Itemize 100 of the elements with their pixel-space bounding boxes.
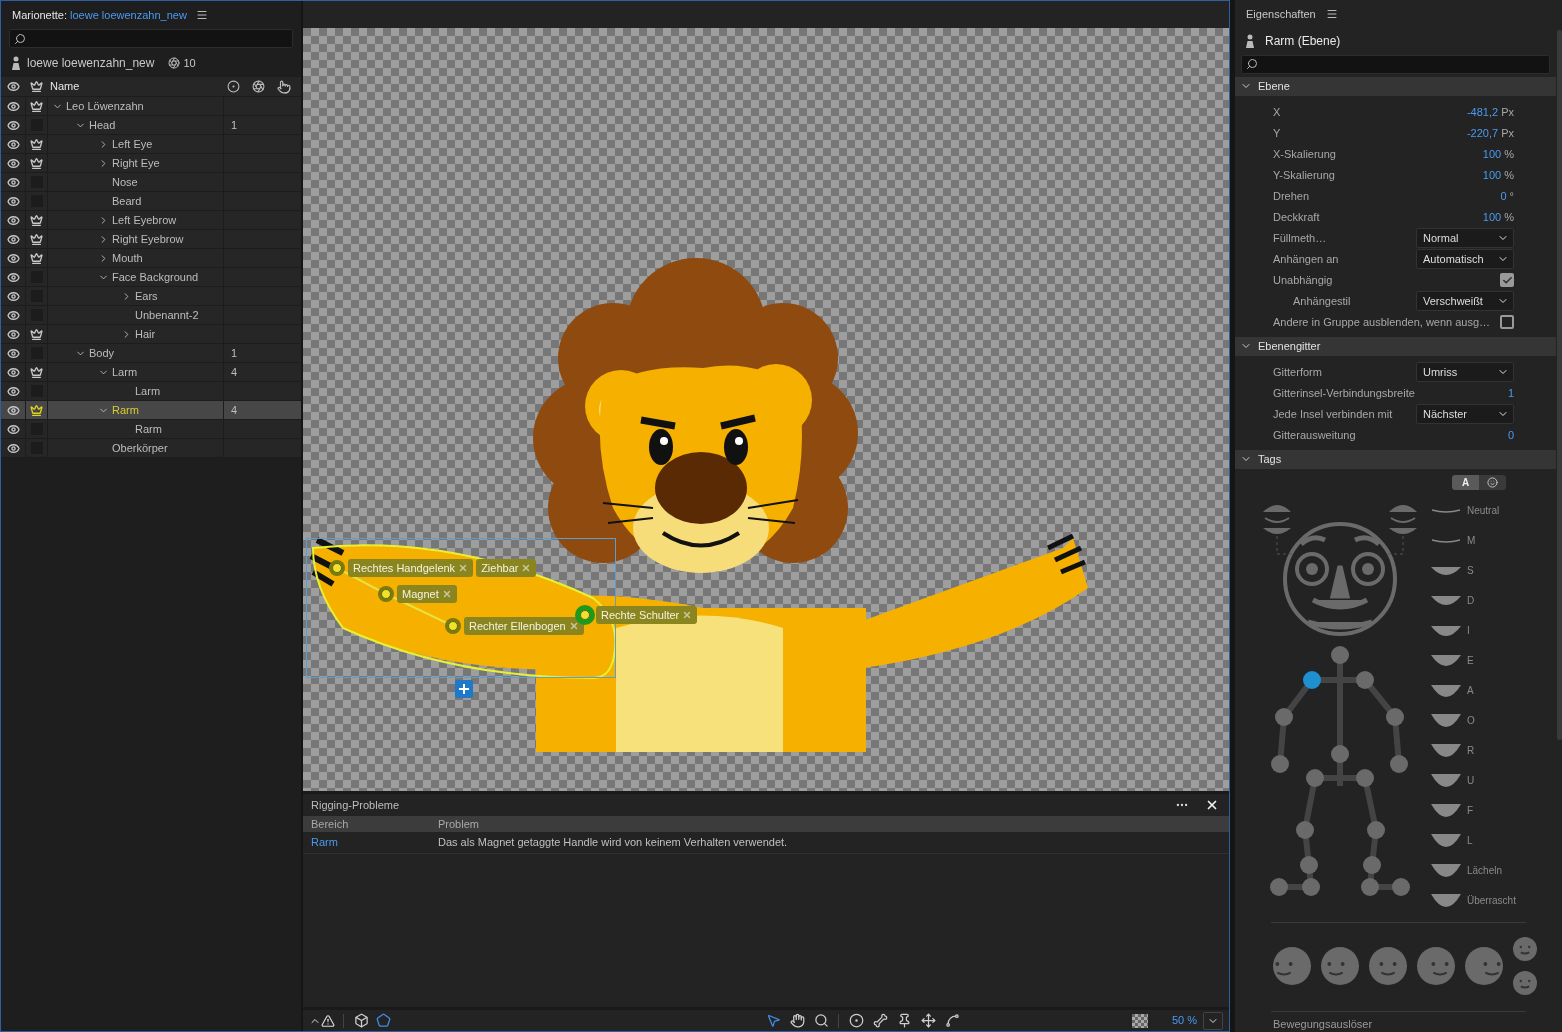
dropdown[interactable]: Automatisch <box>1416 249 1514 270</box>
eye-icon[interactable] <box>6 365 20 379</box>
handle-tag[interactable]: Rechtes Handgelenk <box>348 559 474 577</box>
section-header[interactable]: Ebenengitter <box>1235 336 1556 356</box>
eye-icon[interactable] <box>6 441 20 455</box>
checkbox[interactable] <box>1500 315 1514 330</box>
eye-icon[interactable] <box>6 346 20 360</box>
eye-icon[interactable] <box>6 308 20 322</box>
eye-icon[interactable] <box>6 327 20 341</box>
viseme-tag[interactable]: I <box>1467 623 1470 638</box>
crown-icon[interactable] <box>30 137 43 151</box>
layer-row[interactable]: Head 1 <box>1 116 301 135</box>
layer-row[interactable]: Left Eyebrow <box>1 211 301 230</box>
head-turn-icon[interactable] <box>1367 944 1409 987</box>
layer-row[interactable]: Ears <box>1 287 301 306</box>
layer-row[interactable]: Hair <box>1 325 301 344</box>
handle-tag[interactable]: Magnet <box>397 585 457 603</box>
property-value[interactable]: 1 <box>1507 385 1514 402</box>
layer-row[interactable]: Left Eye <box>1 135 301 154</box>
layer-row[interactable]: Beard <box>1 192 301 211</box>
eye-icon[interactable] <box>6 137 20 151</box>
eye-icon[interactable] <box>6 232 20 246</box>
dropdown[interactable]: Verschweißt <box>1416 291 1514 312</box>
search-field[interactable] <box>9 29 293 48</box>
viseme-tag[interactable]: F <box>1467 803 1474 818</box>
property-value[interactable]: 0 <box>1500 188 1507 205</box>
crown-icon[interactable] <box>30 213 43 227</box>
crown-icon[interactable] <box>30 156 43 170</box>
layer-row[interactable]: Nose <box>1 173 301 192</box>
eye-icon[interactable] <box>6 270 20 284</box>
layer-row[interactable]: Rarm <box>1 420 301 439</box>
layer-row[interactable]: Face Background <box>1 268 301 287</box>
head-turn-icon[interactable] <box>1415 944 1457 987</box>
problem-area-link[interactable]: Rarm <box>303 834 438 851</box>
eye-icon[interactable] <box>6 99 20 113</box>
eye-icon[interactable] <box>6 384 20 398</box>
tag-mode-tab[interactable]: A <box>1452 474 1479 490</box>
checkerboard-icon[interactable] <box>1131 1013 1148 1028</box>
menu-icon[interactable] <box>195 9 208 21</box>
eye-icon[interactable] <box>6 118 20 132</box>
layer-row[interactable]: Right Eye <box>1 154 301 173</box>
eye-icon[interactable] <box>6 403 20 417</box>
crown-icon[interactable] <box>30 99 43 113</box>
zoom-level[interactable]: 50 % <box>1171 1012 1197 1029</box>
warning-icon[interactable] <box>321 1013 335 1028</box>
property-value[interactable]: -220,7 <box>1466 125 1499 142</box>
viseme-tag[interactable]: L <box>1467 833 1473 848</box>
layer-row[interactable]: Leo Löwenzahn <box>1 97 301 116</box>
tag-mode-tab[interactable] <box>1479 474 1506 490</box>
eye-icon[interactable] <box>6 213 20 227</box>
section-header[interactable]: Tags <box>1235 449 1556 469</box>
dropdown[interactable]: Nächster <box>1416 404 1514 425</box>
handle-tag[interactable]: Rechter Ellenbogen <box>464 617 584 635</box>
viseme-tag[interactable]: S <box>1467 563 1474 578</box>
property-value[interactable]: 100 <box>1482 146 1502 163</box>
search-field[interactable] <box>1241 55 1550 74</box>
viseme-tag[interactable]: Neutral <box>1467 503 1500 518</box>
viseme-tag[interactable]: A <box>1467 683 1474 698</box>
crown-icon[interactable] <box>29 80 43 93</box>
eye-icon[interactable] <box>6 80 20 93</box>
handle-tag[interactable]: Rechte Schulter <box>596 606 698 624</box>
eye-icon[interactable] <box>6 251 20 265</box>
property-value[interactable]: 100 <box>1482 167 1502 184</box>
eye-icon[interactable] <box>6 289 20 303</box>
crown-icon[interactable] <box>30 232 43 246</box>
crown-icon[interactable] <box>30 251 43 265</box>
puppet-link[interactable]: loewe loewenzahn_new <box>70 6 187 24</box>
viseme-tag[interactable]: D <box>1467 593 1475 608</box>
layer-row[interactable]: Larm 4 <box>1 363 301 382</box>
eye-icon[interactable] <box>6 156 20 170</box>
layer-row[interactable]: Larm <box>1 382 301 401</box>
crown-icon[interactable] <box>30 365 43 379</box>
close-icon[interactable] <box>1205 798 1219 812</box>
property-value[interactable]: 100 <box>1482 209 1502 226</box>
crown-icon[interactable] <box>30 403 43 417</box>
layer-row[interactable]: Oberkörper <box>1 439 301 458</box>
layer-row[interactable]: Rarm 4 <box>1 401 301 420</box>
zoom-dropdown[interactable] <box>1203 1011 1223 1030</box>
head-turn-icon[interactable] <box>1511 968 1539 997</box>
viseme-tag[interactable]: Überrascht <box>1467 893 1516 908</box>
eye-icon[interactable] <box>6 422 20 436</box>
viseme-tag[interactable]: O <box>1467 713 1475 728</box>
dropdown[interactable]: Normal <box>1416 228 1514 249</box>
head-turn-icon[interactable] <box>1319 944 1361 987</box>
viseme-tag[interactable]: R <box>1467 743 1475 758</box>
menu-icon[interactable] <box>1325 7 1338 20</box>
canvas[interactable]: Rechtes Handgelenk Ziehbar Magnet Rechter Ellenbogen Rechte Schulter <box>303 28 1229 791</box>
dropdown[interactable]: Umriss <box>1416 362 1514 383</box>
head-turn-icon[interactable] <box>1463 944 1505 987</box>
handle-tag[interactable]: Ziehbar <box>476 559 537 577</box>
checkbox[interactable] <box>1500 273 1514 288</box>
crown-icon[interactable] <box>30 327 43 341</box>
layer-row[interactable]: Right Eyebrow <box>1 230 301 249</box>
viseme-tag[interactable]: Lächeln <box>1467 863 1503 878</box>
viseme-tag[interactable]: U <box>1467 773 1475 788</box>
layer-row[interactable]: Unbenannt-2 <box>1 306 301 325</box>
eye-icon[interactable] <box>6 194 20 208</box>
eye-icon[interactable] <box>6 175 20 189</box>
section-header[interactable]: Ebene <box>1235 76 1556 96</box>
property-value[interactable]: 0 <box>1507 427 1514 444</box>
